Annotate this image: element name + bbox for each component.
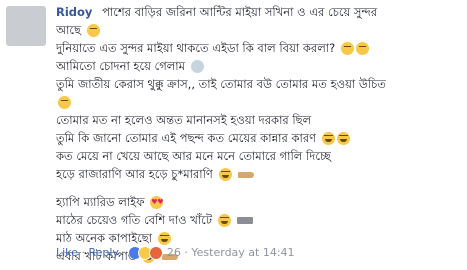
- tired-face-icon: [340, 42, 354, 55]
- comment-text-line: হ্যাপি ম্যারিড লাইফ: [56, 195, 145, 209]
- comment-body: Ridoy পাশের বাড়ির জরিনা আন্টির মাইয়া স…: [56, 3, 460, 265]
- comment-text-line: তুমি জাতীয় কেরাস থুক্কু ক্রাস,, তাই তোম…: [56, 77, 386, 91]
- pistol-icon: [237, 217, 254, 224]
- heart-eyes-icon: [150, 193, 163, 211]
- reply-link[interactable]: Reply: [88, 246, 118, 259]
- avatar[interactable]: [6, 6, 46, 46]
- comment-text-line: তোমার মত না হলেও অন্তত মানানসই হওয়া দরক…: [56, 113, 312, 127]
- tired-face-icon: [58, 96, 71, 109]
- tired-face-icon: [355, 42, 369, 55]
- tears-of-joy-icon: [217, 214, 231, 227]
- fearful-face-icon: [190, 60, 204, 73]
- tears-of-joy-icon: [157, 232, 171, 245]
- like-link[interactable]: Like: [56, 246, 78, 259]
- tears-of-joy-icon: [321, 132, 335, 145]
- separator-dot: ·: [184, 246, 188, 259]
- comment-text-line: পাশের বাড়ির জরিনা আন্টির মাইয়া সখিনা ও…: [102, 5, 378, 19]
- comment-text-line: হড়ে রাজারাণি আর হড়ে চু*মারাণি: [56, 167, 213, 181]
- separator-dot: ·: [122, 246, 126, 259]
- comment-actions: Like · Reply · 26 · Yesterday at 14:41: [56, 246, 295, 260]
- comment: Ridoy পাশের বাড়ির জরিনা আন্টির মাইয়া স…: [0, 0, 467, 270]
- comment-text-line: আছে: [56, 23, 82, 37]
- comment-text-line: মাঠ অনেক কাপাইছো: [56, 231, 153, 245]
- tired-face-icon: [86, 24, 100, 37]
- comment-text-line: আমিতো চোদনা হয়ে গেলাম: [56, 59, 186, 73]
- reactions-summary[interactable]: 26: [129, 246, 184, 260]
- pointing-hand-icon: [238, 171, 255, 178]
- angry-reaction-icon: [149, 246, 164, 260]
- comment-author-link[interactable]: Ridoy: [56, 5, 92, 19]
- comment-text-line: মাঠের চেয়েও গতি বেশি দাও খাঁটে: [56, 213, 213, 227]
- reaction-count: 26: [166, 246, 181, 259]
- tears-of-joy-icon: [218, 168, 232, 181]
- comment-timestamp[interactable]: Yesterday at 14:41: [191, 246, 294, 259]
- separator-dot: ·: [81, 246, 85, 259]
- tears-of-joy-icon: [336, 132, 350, 145]
- comment-text-line: তুমি কি জানো তোমার এই পছন্দ কত মেয়ের কা…: [56, 131, 317, 145]
- comment-text-line: কত মেয়ে না খেয়ে আছে আর মনে মনে তোমারে …: [56, 149, 331, 163]
- comment-text-line: দুনিয়াতে এত সুন্দর মাইয়া থাকতে এইডা কি…: [56, 41, 336, 55]
